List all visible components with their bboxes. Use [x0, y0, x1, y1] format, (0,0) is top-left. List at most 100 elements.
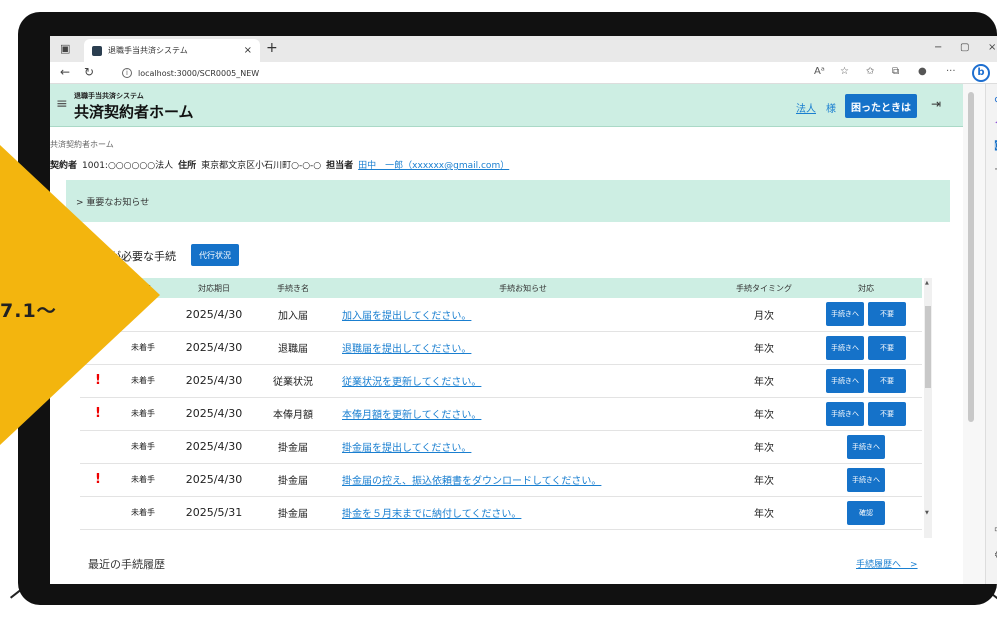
- favorite-star-icon[interactable]: ☆: [840, 66, 849, 77]
- proceed-button[interactable]: 手続きへ: [826, 401, 864, 426]
- alert-mark: !: [80, 463, 116, 497]
- action-cell: 手続きへ 不要: [810, 331, 922, 365]
- contact-label: 担当者: [326, 161, 354, 171]
- history-link[interactable]: 手続履歴へ >: [856, 557, 918, 570]
- window-menu-icon[interactable]: ▣: [60, 42, 70, 55]
- column-header: 対応: [810, 278, 922, 298]
- notice-cell: 掛金を５月末までに納付してください。: [328, 496, 718, 530]
- notice-link[interactable]: 従業状況を更新してください。: [342, 377, 481, 388]
- scroll-up-icon[interactable]: ▲: [925, 280, 929, 286]
- due-date-cell: 2025/4/30: [170, 397, 258, 431]
- not-needed-button[interactable]: 不要: [868, 368, 906, 393]
- notice-cell: 退職届を提出してください。: [328, 331, 718, 365]
- read-aloud-icon[interactable]: Aᵃ: [814, 66, 825, 77]
- date-banner: [0, 145, 160, 445]
- procedure-name-cell: 本俸月額: [258, 397, 328, 431]
- action-cell: 手続きへ 不要: [810, 397, 922, 431]
- column-header: 手続タイミング: [718, 278, 810, 298]
- new-tab-icon[interactable]: +: [266, 40, 278, 56]
- proceed-button[interactable]: 手続きへ: [826, 302, 864, 327]
- url-field[interactable]: i localhost:3000/SCR0005_NEW: [122, 65, 802, 81]
- procedure-name-cell: 退職届: [258, 331, 328, 365]
- address-label: 住所: [178, 161, 197, 171]
- procedure-name-cell: 従業状況: [258, 364, 328, 398]
- maximize-button[interactable]: ▢: [960, 42, 969, 53]
- page-scrollbar[interactable]: [963, 84, 985, 584]
- timing-cell: 年次: [718, 331, 810, 365]
- user-suffix: 様: [826, 104, 836, 115]
- procedure-name-cell: 掛金届: [258, 463, 328, 497]
- notice-link[interactable]: 掛金を５月末までに納付してください。: [342, 509, 521, 520]
- due-date-cell: 2025/4/30: [170, 298, 258, 332]
- important-notice[interactable]: > 重要なお知らせ: [66, 180, 950, 222]
- site-info-icon[interactable]: i: [122, 68, 132, 78]
- timing-cell: 年次: [718, 430, 810, 464]
- due-date-cell: 2025/4/30: [170, 364, 258, 398]
- proceed-button[interactable]: 手続きへ: [847, 434, 885, 459]
- url-text: localhost:3000/SCR0005_NEW: [138, 68, 260, 78]
- favorites-icon[interactable]: ✩: [866, 66, 874, 77]
- timing-cell: 年次: [718, 496, 810, 530]
- help-button[interactable]: 困ったときは: [845, 94, 917, 118]
- table-row: ! 未着手 2025/4/30 従業状況 従業状況を更新してください。 年次 手続きへ 不要: [80, 364, 922, 398]
- browser-tab[interactable]: 退職手当共済システム ×: [84, 39, 260, 62]
- more-icon[interactable]: ···: [946, 66, 956, 77]
- table-row: 未着手 2025/5/31 掛金届 掛金を５月末までに納付してください。 年次 確認: [80, 496, 922, 530]
- due-date-cell: 2025/4/30: [170, 463, 258, 497]
- not-needed-button[interactable]: 不要: [868, 302, 906, 327]
- timing-cell: 年次: [718, 364, 810, 398]
- proceed-button[interactable]: 確認: [847, 500, 885, 525]
- proceed-button[interactable]: 手続きへ: [826, 368, 864, 393]
- action-cell: 確認: [810, 496, 922, 530]
- user-link[interactable]: 法人: [796, 100, 816, 115]
- proceed-button[interactable]: 手続きへ: [847, 467, 885, 492]
- due-date-cell: 2025/5/31: [170, 496, 258, 530]
- close-window-button[interactable]: ×: [988, 42, 996, 53]
- table-row: ! 未着手 2025/4/30 掛金届 掛金届の控え、振込依頼書をダウンロードしてくださ…: [80, 463, 922, 497]
- scroll-down-icon[interactable]: ▼: [925, 510, 929, 516]
- not-needed-button[interactable]: 不要: [868, 401, 906, 426]
- recent-history-title: 最近の手続履歴: [88, 558, 165, 571]
- back-icon[interactable]: ←: [60, 65, 70, 79]
- timing-cell: 年次: [718, 463, 810, 497]
- alert-mark: [80, 496, 116, 530]
- proxy-status-button[interactable]: 代行状況: [191, 244, 239, 266]
- refresh-icon[interactable]: ↻: [84, 65, 94, 79]
- hamburger-menu-icon[interactable]: ≡: [56, 96, 68, 112]
- notice-link[interactable]: 掛金届を提出してください。: [342, 443, 471, 454]
- logout-icon[interactable]: ⇥: [931, 97, 941, 111]
- minimize-button[interactable]: −: [934, 42, 942, 53]
- monitor-frame: ▣ 退職手当共済システム × + − ▢ × ← ↻ i localhost:3…: [18, 12, 997, 605]
- table-row: 未着手 2025/4/30 掛金届 掛金届を提出してください。 年次 手続きへ: [80, 430, 922, 464]
- notice-link[interactable]: 加入届を提出してください。: [342, 311, 471, 322]
- address-value: 東京都文京区小石川町○-○-○: [201, 161, 322, 171]
- browser-window: ▣ 退職手当共済システム × + − ▢ × ← ↻ i localhost:3…: [50, 36, 997, 584]
- notice-cell: 従業状況を更新してください。: [328, 364, 718, 398]
- profile-icon[interactable]: ●: [918, 66, 927, 77]
- address-bar: ← ↻ i localhost:3000/SCR0005_NEW Aᵃ ☆ ✩ …: [50, 62, 997, 84]
- column-header: 手続き名: [258, 278, 328, 298]
- action-cell: 手続きへ: [810, 430, 922, 464]
- table-header-row: 進捗 対応期日 手続き名 手続お知らせ 手続タイミング 対応: [80, 278, 922, 298]
- notice-link[interactable]: 本俸月額を更新してください。: [342, 410, 481, 421]
- close-tab-icon[interactable]: ×: [244, 45, 252, 56]
- notice-link[interactable]: 退職届を提出してください。: [342, 344, 471, 355]
- collections-icon[interactable]: ⧉: [892, 66, 899, 77]
- table-scroll-thumb[interactable]: [925, 306, 931, 388]
- edge-sidebar: ⚲ ✦ ◙ + ▭ ⚙: [985, 84, 997, 584]
- column-header: 対応期日: [170, 278, 258, 298]
- copilot-icon[interactable]: b: [972, 64, 990, 82]
- page-scroll-thumb[interactable]: [968, 92, 974, 422]
- notice-link[interactable]: 掛金届の控え、振込依頼書をダウンロードしてください。: [342, 476, 601, 487]
- table-row: 未着手 2025/4/30 退職届 退職届を提出してください。 年次 手続きへ 不要: [80, 331, 922, 365]
- timing-cell: 年次: [718, 397, 810, 431]
- contact-link[interactable]: 田中 一郎（xxxxxx@gmail.com）: [358, 158, 509, 171]
- proceed-button[interactable]: 手続きへ: [826, 335, 864, 360]
- due-date-cell: 2025/4/30: [170, 331, 258, 365]
- not-needed-button[interactable]: 不要: [868, 335, 906, 360]
- table-scrollbar[interactable]: ▲ ▼: [924, 278, 932, 538]
- notice-cell: 掛金届を提出してください。: [328, 430, 718, 464]
- page-title: 共済契約者ホーム: [74, 103, 194, 121]
- page-content: ≡ 退職手当共済システム 共済契約者ホーム 法人 様 困ったときは ⇥ 共済契約…: [50, 84, 963, 584]
- due-date-cell: 2025/4/30: [170, 430, 258, 464]
